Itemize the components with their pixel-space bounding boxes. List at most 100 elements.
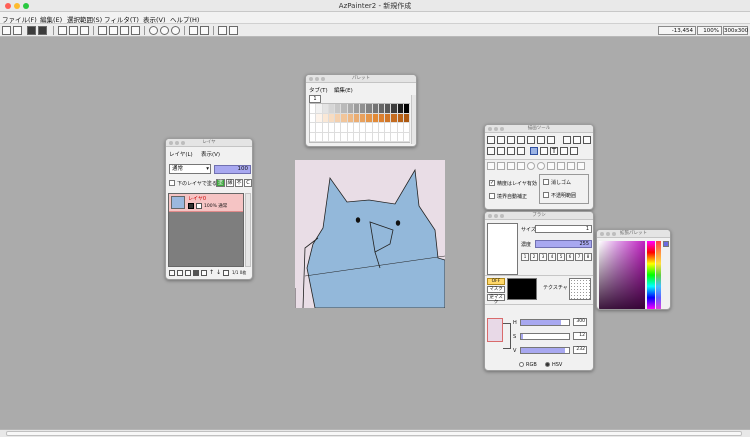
new-layer-icon[interactable] — [169, 270, 175, 276]
merge-down-icon[interactable] — [193, 270, 199, 276]
brush-density-slider[interactable]: 255 — [535, 240, 592, 248]
freehand-mode-icon[interactable] — [487, 162, 495, 170]
brush-preset-button[interactable]: 8 — [584, 253, 592, 261]
menu-selection[interactable]: 選択範囲(S) — [67, 14, 102, 24]
saturation-slider[interactable] — [520, 333, 570, 340]
stamp-tool-icon[interactable] — [530, 147, 538, 155]
mask-color-swatch[interactable] — [507, 278, 537, 300]
copy-layer-icon[interactable] — [177, 270, 183, 276]
menu-file[interactable]: ファイル(F) — [2, 14, 37, 24]
menu-filter[interactable]: フィルタ(T) — [104, 14, 139, 24]
layer-clip-button[interactable]: C — [244, 179, 252, 187]
brush-preset-button[interactable]: 6 — [566, 253, 574, 261]
layer-list[interactable]: レイヤ0 100% 通常 — [168, 193, 244, 267]
color-field[interactable] — [599, 241, 645, 309]
value-value[interactable]: 232 — [573, 346, 587, 354]
horizontal-scrollbar[interactable] — [0, 429, 750, 437]
fill-tool-icon[interactable] — [487, 147, 495, 155]
auto-correct-checkbox[interactable] — [489, 193, 495, 199]
palette-scrollbar[interactable] — [411, 95, 416, 144]
folder-icon[interactable] — [185, 270, 191, 276]
lasso-select-icon[interactable] — [573, 136, 581, 144]
palette-menu-edit[interactable]: 編集(E) — [334, 86, 353, 94]
pen-tool-icon[interactable] — [487, 136, 495, 144]
brush-preset-button[interactable]: 1 — [521, 253, 529, 261]
layer-menu-view[interactable]: 表示(V) — [201, 150, 220, 158]
option-panel-titlebar[interactable]: ブラシ — [485, 212, 593, 220]
tool-panel-titlebar[interactable]: 描画ツール — [485, 125, 593, 133]
layer-fill-button[interactable]: 塗 — [216, 179, 225, 187]
layer-edge-button[interactable]: 縁 — [226, 179, 234, 187]
pencil-tool-icon[interactable] — [497, 136, 505, 144]
fill-ellipse-mode-icon[interactable] — [537, 162, 545, 170]
layer-window-icon[interactable] — [58, 26, 67, 35]
hue-value[interactable]: 300 — [573, 318, 587, 326]
drawing-canvas[interactable] — [295, 160, 445, 308]
layer-opacity-slider[interactable]: 100 — [214, 165, 251, 174]
mask-button[interactable]: マスク — [487, 286, 505, 293]
brush-tool-icon[interactable] — [517, 136, 525, 144]
spline-mode-icon[interactable] — [547, 162, 555, 170]
rotate-mode-icon[interactable] — [567, 162, 575, 170]
brush-size-slider[interactable]: 1 — [535, 225, 592, 233]
layer-menu-layer[interactable]: レイヤ(L) — [169, 150, 193, 158]
blend-mode-select[interactable]: 通常 ▾ — [169, 164, 211, 174]
save-icon[interactable] — [27, 26, 36, 35]
option-window-icon[interactable] — [69, 26, 78, 35]
grid-icon[interactable] — [98, 26, 107, 35]
tool-window-icon[interactable] — [80, 26, 89, 35]
menu-view[interactable]: 表示(V) — [143, 14, 166, 24]
layer-item[interactable]: レイヤ0 100% 通常 — [169, 194, 243, 212]
mask-off-button[interactable]: OFF — [487, 278, 505, 285]
curve-mode-icon[interactable] — [577, 162, 585, 170]
zoom-reset-icon[interactable] — [171, 26, 180, 35]
brush-preset-button[interactable]: 4 — [548, 253, 556, 261]
reverse-mask-button[interactable]: 逆マスク — [487, 294, 505, 305]
canvas-rotate-icon[interactable] — [570, 147, 578, 155]
new-file-icon[interactable] — [2, 26, 11, 35]
fit-window-icon[interactable] — [109, 26, 118, 35]
rgb-radio[interactable] — [519, 362, 524, 367]
lock-icon[interactable] — [196, 203, 202, 209]
undo-icon[interactable] — [189, 26, 198, 35]
text-tool-icon[interactable]: T — [550, 147, 558, 155]
palette-swatch[interactable] — [403, 113, 410, 123]
lower-layer-paint-checkbox[interactable] — [169, 180, 175, 186]
open-file-icon[interactable] — [13, 26, 22, 35]
clear-icon[interactable] — [218, 26, 227, 35]
fine-brush-tool-icon[interactable] — [527, 136, 535, 144]
palette-tab[interactable]: 1 — [309, 95, 321, 103]
hsv-radio[interactable] — [545, 362, 550, 367]
delete-layer-icon[interactable] — [223, 270, 229, 276]
palette-menu-button[interactable] — [663, 241, 669, 247]
zoom-out-icon[interactable] — [160, 26, 169, 35]
palette-swatch[interactable] — [403, 123, 410, 133]
line-mode-icon[interactable] — [497, 162, 505, 170]
zoom-in-icon[interactable] — [149, 26, 158, 35]
rect-select-icon[interactable] — [563, 136, 571, 144]
palette-panel-titlebar[interactable]: パレット — [306, 75, 416, 83]
layer-panel-titlebar[interactable]: レイヤ — [166, 139, 252, 147]
magic-wand-icon[interactable] — [583, 136, 591, 144]
clear-layer-icon[interactable] — [201, 270, 207, 276]
palette-swatch[interactable] — [403, 132, 410, 142]
blur-tool-icon[interactable] — [507, 147, 515, 155]
dotpen-tool-icon[interactable] — [537, 136, 545, 144]
layer-lock-button[interactable]: 不 — [235, 179, 243, 187]
airbrush-tool-icon[interactable] — [507, 136, 515, 144]
full-view-icon[interactable] — [120, 26, 129, 35]
gradient-tool-icon[interactable] — [517, 147, 525, 155]
value-slider[interactable] — [520, 347, 570, 354]
opaque-range-checkbox[interactable] — [543, 192, 549, 198]
fill-box-mode-icon[interactable] — [517, 162, 525, 170]
saturation-value[interactable]: 12 — [573, 332, 587, 340]
tool-settings-icon[interactable] — [229, 26, 238, 35]
move-up-icon[interactable]: ↑ — [209, 269, 214, 276]
finger-tool-icon[interactable] — [497, 147, 505, 155]
move-down-icon[interactable]: ↓ — [216, 269, 221, 276]
box-mode-icon[interactable] — [507, 162, 515, 170]
menu-help[interactable]: ヘルプ(H) — [170, 14, 199, 24]
preset-color-strip[interactable] — [656, 241, 661, 309]
current-color-swatch[interactable] — [487, 318, 503, 342]
color-palette-titlebar[interactable]: 拡張パレット — [597, 230, 670, 238]
